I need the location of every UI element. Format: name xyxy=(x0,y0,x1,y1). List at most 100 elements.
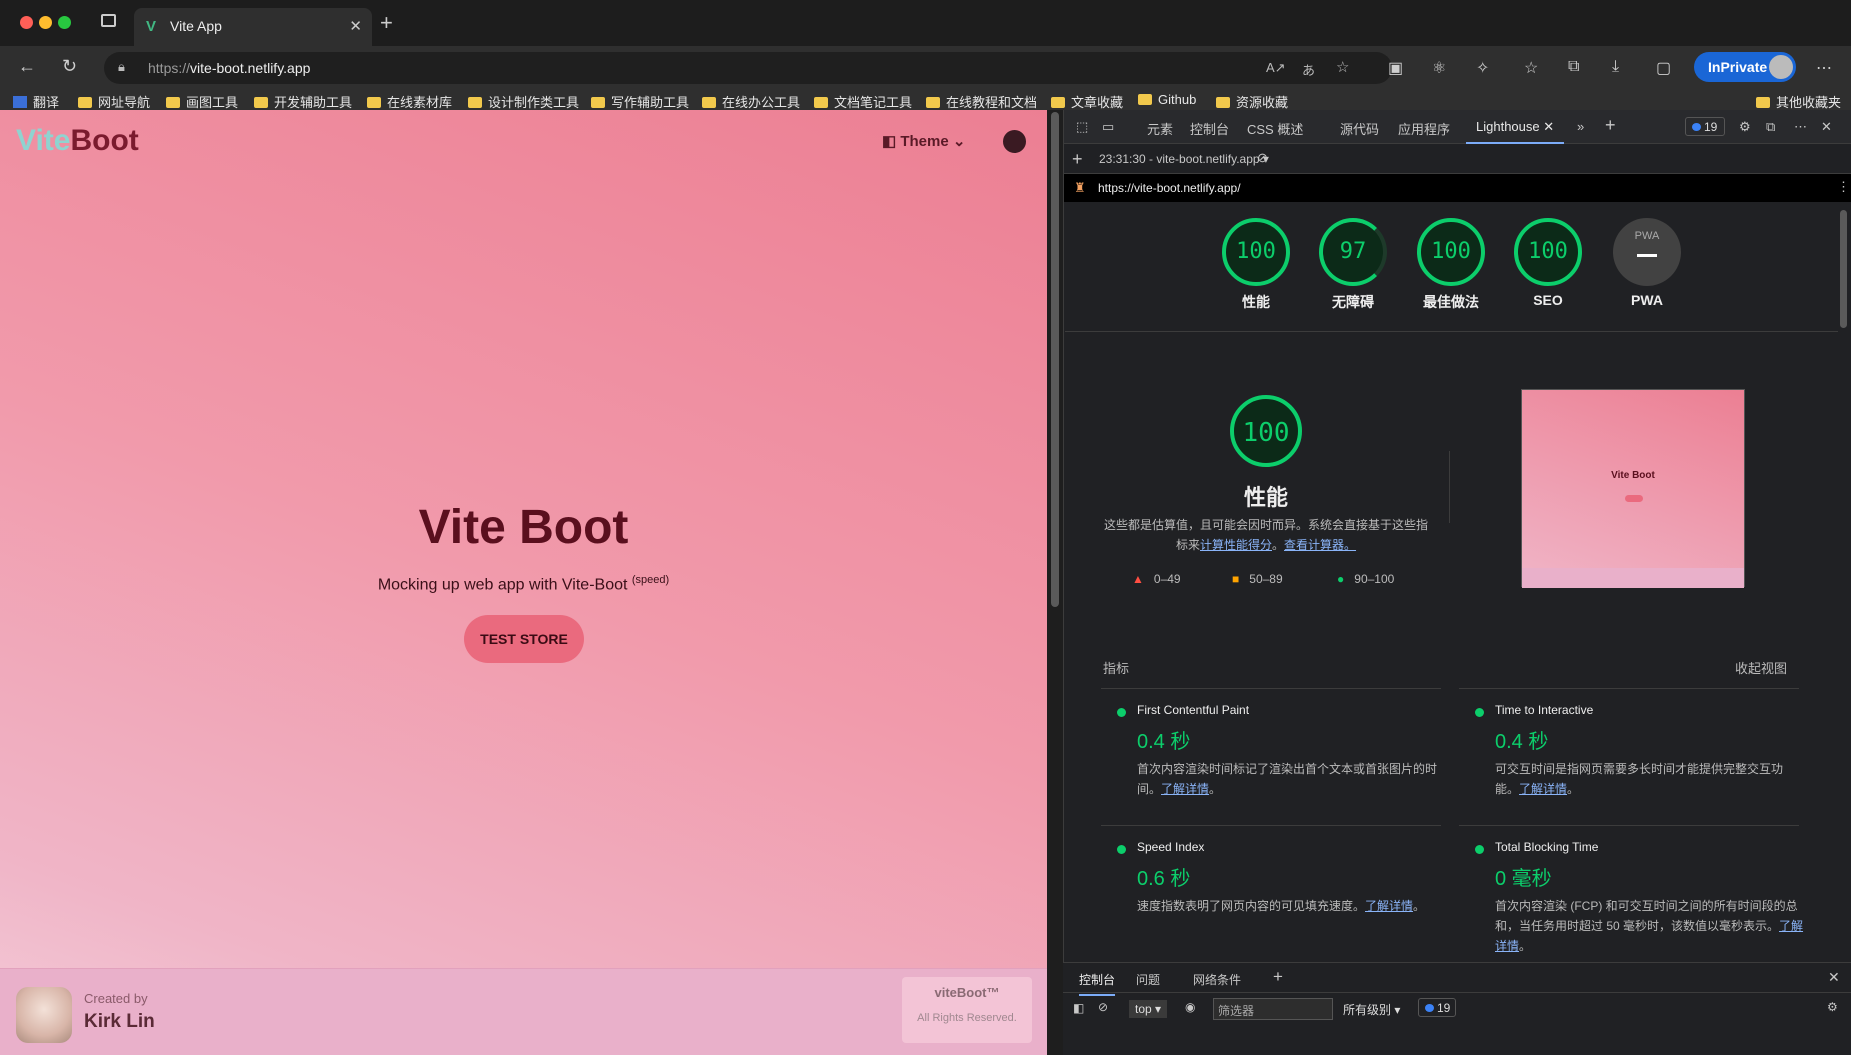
new-tab-button[interactable]: + xyxy=(380,10,393,36)
context-select[interactable]: top ▾ xyxy=(1129,1000,1168,1018)
performance-description: 这些都是估算值，且可能会因时而异。系统会直接基于这些指标来计算性能得分。查看计算… xyxy=(1103,518,1428,552)
extension-icon[interactable]: ▣ xyxy=(1388,58,1403,78)
calc-score-link[interactable]: 计算性能得分 xyxy=(1200,538,1272,552)
live-expression-eye-icon[interactable]: ◉ xyxy=(1185,1000,1195,1014)
inspect-icon[interactable]: ⬚ xyxy=(1076,119,1088,135)
tab-console[interactable]: 控制台 xyxy=(1190,119,1229,138)
bookmark-folder[interactable]: 写作辅助工具 xyxy=(591,92,689,111)
bookmark-other-favorites[interactable]: 其他收藏夹 xyxy=(1756,92,1841,111)
performance-gauge: 100 xyxy=(1230,395,1302,467)
tab-application[interactable]: 应用程序 xyxy=(1398,119,1450,138)
score-gauge-performance[interactable]: 100 xyxy=(1222,218,1290,286)
divider xyxy=(1459,825,1799,826)
bookmark-folder[interactable]: 设计制作类工具 xyxy=(468,92,579,111)
log-levels-dropdown[interactable]: 所有级别 ▾ xyxy=(1343,1001,1400,1018)
favorites-icon[interactable]: ☆ xyxy=(1524,58,1538,78)
palette-icon: ◧ xyxy=(882,133,897,150)
score-label: PWA xyxy=(1631,292,1663,308)
clear-console-icon[interactable]: ⊘ xyxy=(1098,1000,1108,1014)
thumbnail-footer xyxy=(1522,568,1744,588)
issues-badge[interactable]: 19 xyxy=(1685,117,1725,136)
created-by-label: Created by xyxy=(84,991,148,1006)
bookmark-folder[interactable]: 文档笔记工具 xyxy=(814,92,912,111)
bookmark-folder[interactable]: 网址导航 xyxy=(78,92,150,111)
browser-tab[interactable]: V Vite App ✕ xyxy=(134,8,372,46)
more-tabs-icon[interactable]: » xyxy=(1577,119,1584,134)
web-page: ViteBoot ◧ Theme ⌄ Vite Boot Mocking up … xyxy=(0,110,1047,1055)
page-screenshot-thumbnail[interactable]: Vite Boot xyxy=(1521,389,1745,588)
score-gauge-accessibility[interactable]: 97 xyxy=(1319,218,1387,286)
downloads-icon[interactable]: ⤓ xyxy=(1612,58,1619,76)
more-options-icon[interactable]: ⋯ xyxy=(1794,119,1807,135)
vite-favicon-icon: V xyxy=(146,18,157,35)
bookmark-folder[interactable]: 开发辅助工具 xyxy=(254,92,352,111)
screenshot-icon[interactable]: ▢ xyxy=(1656,58,1671,78)
add-drawer-tab-icon[interactable]: + xyxy=(1273,967,1283,987)
divider xyxy=(1449,451,1450,523)
bookmark-folder[interactable]: Github xyxy=(1138,92,1196,107)
score-gauge-best-practices[interactable]: 100 xyxy=(1417,218,1485,286)
settings-gear-icon[interactable]: ⚙ xyxy=(1739,119,1751,135)
maximize-window-button[interactable] xyxy=(58,16,71,29)
console-settings-gear-icon[interactable]: ⚙ xyxy=(1827,1000,1838,1014)
view-calculator-link[interactable]: 查看计算器。 xyxy=(1284,538,1356,552)
new-report-icon[interactable]: + xyxy=(1072,149,1083,170)
minimize-window-button[interactable] xyxy=(39,16,52,29)
bookmark-folder[interactable]: 文章收藏 xyxy=(1051,92,1123,111)
react-devtools-icon[interactable]: ⚛ xyxy=(1432,58,1446,78)
device-toolbar-icon[interactable]: ▭ xyxy=(1102,119,1114,135)
close-drawer-icon[interactable]: ✕ xyxy=(1828,969,1840,986)
site-logo[interactable]: ViteBoot xyxy=(16,124,139,158)
tab-elements[interactable]: 元素 xyxy=(1147,119,1173,138)
add-tab-icon[interactable]: + xyxy=(1605,115,1616,136)
author-name[interactable]: Kirk Lin xyxy=(84,1011,155,1033)
close-devtools-icon[interactable]: ✕ xyxy=(1821,119,1832,135)
favorite-star-icon[interactable]: ☆ xyxy=(1336,58,1349,76)
drawer-tab-network-conditions[interactable]: 网络条件 xyxy=(1193,971,1241,988)
console-issues-badge[interactable]: 19 xyxy=(1418,998,1456,1017)
tab-actions-icon[interactable] xyxy=(101,14,116,27)
collapse-view-toggle[interactable]: 收起视图 xyxy=(1735,658,1787,677)
sidebar-toggle-icon[interactable]: ◧ xyxy=(1073,1001,1084,1015)
console-filter-input[interactable]: 筛选器 xyxy=(1213,998,1333,1020)
tab-sources[interactable]: 源代码 xyxy=(1340,119,1379,138)
close-tab-icon[interactable]: ✕ xyxy=(349,17,362,35)
extensions-puzzle-icon[interactable]: ✧ xyxy=(1476,58,1489,78)
test-store-button[interactable]: TEST STORE xyxy=(464,615,584,663)
inprivate-button[interactable]: InPrivate xyxy=(1694,52,1796,82)
translate-icon[interactable]: あ xyxy=(1302,60,1315,79)
bookmark-folder[interactable]: 在线教程和文档 xyxy=(926,92,1037,111)
github-icon[interactable] xyxy=(1003,130,1026,153)
bookmark-folder[interactable]: 画图工具 xyxy=(166,92,238,111)
bookmark-folder[interactable]: 在线办公工具 xyxy=(702,92,800,111)
drawer-tab-issues[interactable]: 问题 xyxy=(1136,971,1160,988)
pwa-badge[interactable]: PWA xyxy=(1613,218,1681,286)
clear-icon[interactable]: ⊘ xyxy=(1257,150,1268,166)
score-gauge-seo[interactable]: 100 xyxy=(1514,218,1582,286)
tab-css-overview[interactable]: CSS 概述 xyxy=(1247,119,1303,138)
close-tab-icon[interactable]: ✕ xyxy=(1543,119,1554,134)
console-toolbar: ◧ ⊘ top ▾ ◉ 筛选器 所有级别 ▾ 19 ⚙ xyxy=(1063,993,1851,1023)
bookmark-folder[interactable]: 在线素材库 xyxy=(367,92,452,111)
learn-more-link[interactable]: 了解详情 xyxy=(1519,782,1567,796)
report-menu-icon[interactable]: ⋮ xyxy=(1837,179,1850,195)
learn-more-link[interactable]: 了解详情 xyxy=(1365,899,1413,913)
theme-dropdown[interactable]: ◧ Theme ⌄ xyxy=(882,132,965,150)
back-icon[interactable]: ← xyxy=(18,56,36,77)
tab-lighthouse[interactable]: Lighthouse ✕ xyxy=(1466,110,1565,144)
report-select[interactable]: 23:31:30 - vite-boot.netlify.app ▾ xyxy=(1099,152,1269,166)
close-window-button[interactable] xyxy=(20,16,33,29)
customize-icon[interactable]: ⧉ xyxy=(1766,119,1775,135)
devtools-scrollbar[interactable] xyxy=(1840,210,1847,328)
read-aloud-icon[interactable]: A↗ xyxy=(1266,60,1286,76)
learn-more-link[interactable]: 了解详情 xyxy=(1161,782,1209,796)
refresh-icon[interactable]: ↻ xyxy=(62,56,77,77)
bookmark-translate[interactable]: 翻译 xyxy=(13,92,59,111)
report-url[interactable]: https://vite-boot.netlify.app/ xyxy=(1098,181,1241,195)
bookmark-folder[interactable]: 资源收藏 xyxy=(1216,92,1288,111)
address-bar[interactable]: 🔒︎ https://vite-boot.netlify.app A↗ あ ☆ xyxy=(104,52,1392,84)
more-menu-icon[interactable]: ⋯ xyxy=(1816,58,1832,78)
collections-icon[interactable]: ⧉ xyxy=(1568,58,1579,76)
chevron-down-icon: ⌄ xyxy=(952,133,966,150)
page-scrollbar[interactable] xyxy=(1051,112,1059,607)
